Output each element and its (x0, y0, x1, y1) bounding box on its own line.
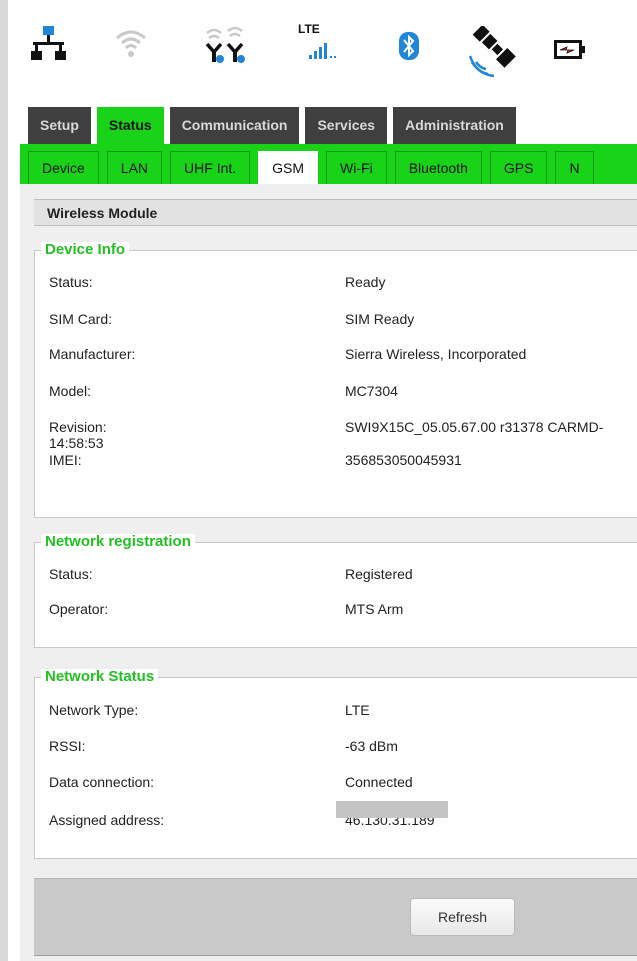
info-value: -63 dBm (345, 738, 398, 754)
footer-bar: Refresh (34, 878, 637, 956)
network-status-fieldset: Network Status Network Type: LTE RSSI: -… (34, 669, 637, 859)
sub-tab-bar: Device LAN UHF Int. GSM Wi-Fi Bluetooth … (28, 151, 637, 184)
tab-administration[interactable]: Administration (393, 107, 516, 144)
tab-setup[interactable]: Setup (28, 107, 91, 144)
left-border (0, 0, 8, 961)
subtab-more[interactable]: N (555, 151, 594, 184)
tab-status[interactable]: Status (96, 107, 164, 144)
tab-communication[interactable]: Communication (169, 107, 300, 144)
info-label: IMEI: (49, 452, 82, 468)
status-icon-bar: LTE (8, 0, 637, 100)
info-label: Operator: (49, 601, 109, 617)
info-value: SWI9X15C_05.05.67.00 r31378 CARMD- (345, 419, 604, 435)
network-icon (31, 26, 67, 62)
subtab-bluetooth[interactable]: Bluetooth (394, 151, 482, 184)
info-value: 356853050045931 (345, 452, 462, 468)
info-label: Network Type: (49, 702, 139, 718)
info-label: Status: (49, 274, 93, 290)
info-value: Ready (345, 274, 386, 290)
info-label: Manufacturer: (49, 346, 136, 362)
device-info-legend: Device Info (41, 242, 130, 258)
info-value: Connected (345, 774, 413, 790)
tab-services[interactable]: Services (305, 107, 388, 144)
subtab-gps[interactable]: GPS (489, 151, 548, 184)
lte-signal-icon: LTE (298, 22, 348, 60)
info-value: MC7304 (345, 383, 398, 399)
info-value: Sierra Wireless, Incorporated (345, 346, 527, 362)
info-value: Registered (345, 566, 413, 582)
subtab-gsm[interactable]: GSM (258, 151, 319, 184)
subtab-lan[interactable]: LAN (106, 151, 163, 184)
info-label: Model: (49, 383, 92, 399)
info-label: Assigned address: (49, 812, 165, 828)
bluetooth-icon (399, 32, 419, 60)
content-panel: Wireless Module Device Info Status: Read… (20, 184, 637, 961)
info-value: MTS Arm (345, 601, 404, 617)
uhf-antennas-icon (201, 24, 251, 64)
subtab-wifi[interactable]: Wi-Fi (326, 151, 387, 184)
info-label: SIM Card: (49, 311, 113, 327)
section-title: Wireless Module (34, 199, 637, 226)
info-label: Status: (49, 566, 93, 582)
info-label-wrap: 14:58:53 (49, 435, 104, 451)
subtab-device[interactable]: Device (28, 151, 99, 184)
satellite-gps-icon (468, 26, 516, 78)
network-registration-legend: Network registration (41, 534, 195, 550)
battery-charging-icon (554, 40, 586, 60)
subtab-uhf-int[interactable]: UHF Int. (170, 151, 251, 184)
info-value: LTE (345, 702, 370, 718)
redaction-block (336, 801, 448, 818)
wifi-icon (114, 26, 148, 60)
network-registration-fieldset: Network registration Status: Registered … (34, 534, 637, 648)
info-value: SIM Ready (345, 311, 415, 327)
info-label: RSSI: (49, 738, 86, 754)
main-tab-bar: Setup Status Communication Services Admi… (28, 107, 522, 144)
network-status-legend: Network Status (41, 669, 159, 685)
info-label: Data connection: (49, 774, 155, 790)
device-info-fieldset: Device Info Status: Ready SIM Card: SIM … (34, 242, 637, 518)
info-label: Revision: (49, 419, 107, 435)
refresh-button[interactable]: Refresh (410, 898, 515, 936)
